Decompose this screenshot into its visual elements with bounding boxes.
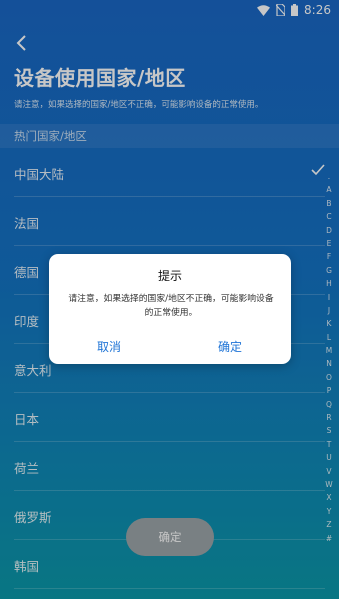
dialog-message: 请注意，如果选择的国家/地区不正确，可能影响设备的正常使用。 [68,294,274,318]
dialog-confirm-button[interactable]: 确定 [218,338,242,355]
alert-dialog: 提示 请注意，如果选择的国家/地区不正确，可能影响设备的正常使用。 取消 确定 [49,254,291,364]
dialog-title: 提示 [157,269,182,283]
dialog-cancel-button[interactable]: 取消 [97,338,121,355]
